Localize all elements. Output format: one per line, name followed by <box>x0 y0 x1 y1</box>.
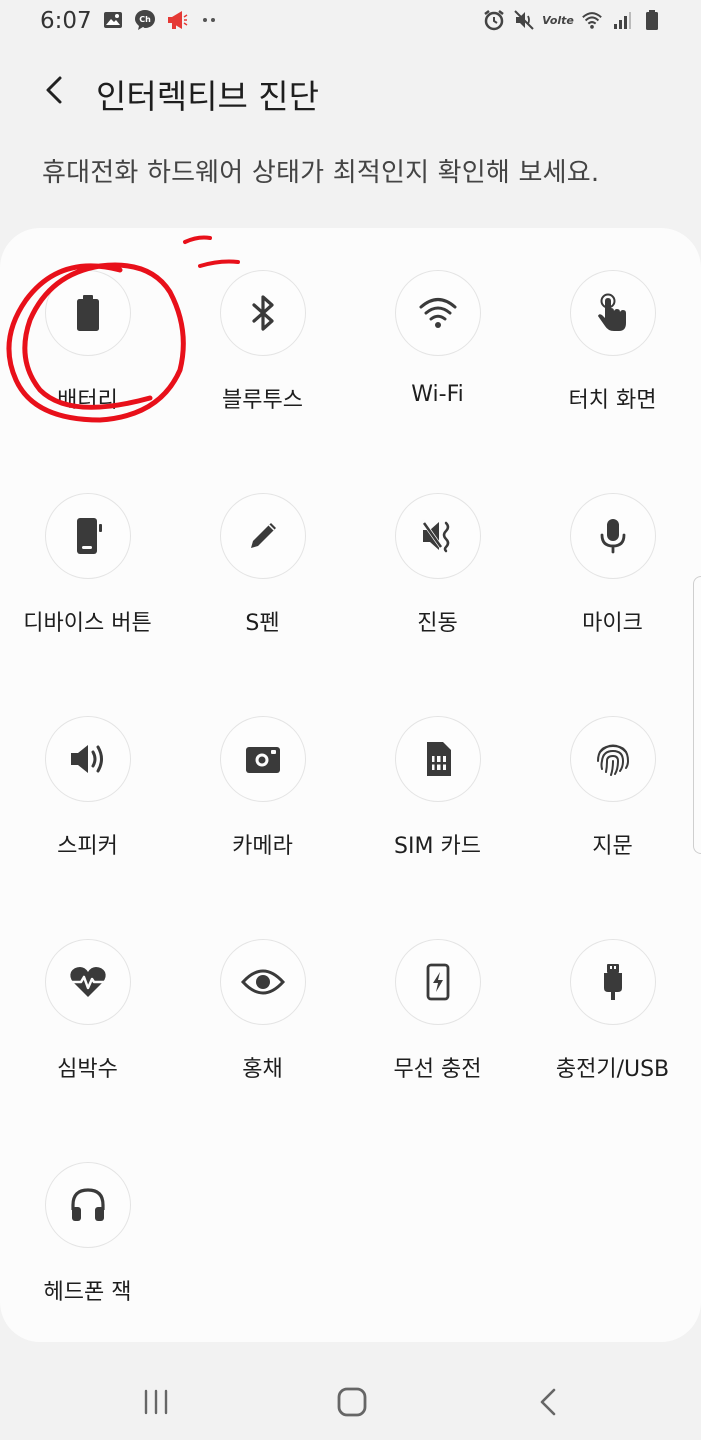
home-button[interactable] <box>322 1378 382 1426</box>
chevron-left-icon <box>46 76 62 104</box>
sim-card-icon <box>394 716 481 802</box>
device-buttons-icon <box>44 493 131 579</box>
test-label: 심박수 <box>57 1057 118 1082</box>
microphone-icon <box>569 493 656 579</box>
test-label: 스피커 <box>57 834 118 859</box>
speaker-icon <box>44 716 131 802</box>
test-label: 진동 <box>417 611 458 636</box>
home-icon <box>337 1387 367 1417</box>
scroll-indicator[interactable] <box>693 576 701 854</box>
wifi-icon <box>394 270 481 356</box>
test-label: 지문 <box>592 834 633 859</box>
headphones-icon <box>44 1162 131 1248</box>
page-title: 인터렉티브 진단 <box>96 77 320 116</box>
alarm-icon <box>483 9 505 31</box>
status-time: 6:07 <box>40 8 92 34</box>
back-icon <box>540 1388 556 1416</box>
signal-icon <box>611 9 633 31</box>
test-label: 헤드폰 잭 <box>43 1280 132 1305</box>
test-camera[interactable]: 카메라 <box>175 716 350 939</box>
eye-icon <box>219 939 306 1025</box>
megaphone-icon <box>166 9 188 31</box>
wireless-charging-icon <box>394 939 481 1025</box>
test-wireless-charging[interactable]: 무선 충전 <box>350 939 525 1162</box>
fingerprint-icon <box>569 716 656 802</box>
usb-icon <box>569 939 656 1025</box>
test-s-pen[interactable]: S펜 <box>175 493 350 716</box>
wifi-icon <box>581 9 603 31</box>
test-heart-rate[interactable]: 심박수 <box>0 939 175 1162</box>
pen-icon <box>219 493 306 579</box>
test-label: 배터리 <box>57 388 118 413</box>
mute-icon <box>513 9 535 31</box>
test-label: 무선 충전 <box>393 1057 482 1082</box>
svg-text:Ch: Ch <box>139 15 151 24</box>
test-charger-usb[interactable]: 충전기/USB <box>525 939 700 1162</box>
notification-icons: Ch <box>102 9 220 31</box>
test-label: 마이크 <box>582 611 643 636</box>
vibration-icon <box>394 493 481 579</box>
test-label: S펜 <box>245 611 280 636</box>
test-touch-screen[interactable]: 터치 화면 <box>525 270 700 493</box>
touch-icon <box>569 270 656 356</box>
battery-icon <box>44 270 131 356</box>
test-label: 카메라 <box>232 834 293 859</box>
test-speaker[interactable]: 스피커 <box>0 716 175 939</box>
test-device-buttons[interactable]: 디바이스 버튼 <box>0 493 175 716</box>
image-icon <box>102 9 124 31</box>
recents-icon <box>144 1389 168 1415</box>
test-label: 디바이스 버튼 <box>23 611 152 636</box>
bluetooth-icon <box>219 270 306 356</box>
test-label: 충전기/USB <box>555 1057 670 1082</box>
header: 인터렉티브 진단 <box>0 62 701 122</box>
more-dots-icon <box>198 9 220 31</box>
chat-icon: Ch <box>134 9 156 31</box>
volte-icon: Volte <box>542 9 574 31</box>
test-label: 블루투스 <box>222 388 303 413</box>
status-bar: 6:07 Ch Volte <box>0 0 701 44</box>
test-label: 터치 화면 <box>568 388 657 413</box>
heart-rate-icon <box>44 939 131 1025</box>
test-vibration[interactable]: 진동 <box>350 493 525 716</box>
page-subtitle: 휴대전화 하드웨어 상태가 최적인지 확인해 보세요. <box>42 158 600 188</box>
test-fingerprint[interactable]: 지문 <box>525 716 700 939</box>
diagnostics-card: 배터리 블루투스 Wi-Fi 터치 화면 디바이스 버튼 S펜 진동 마이크 스… <box>0 228 701 1342</box>
system-icons: Volte <box>483 9 663 31</box>
test-label: Wi-Fi <box>411 382 464 407</box>
test-headphone-jack[interactable]: 헤드폰 잭 <box>0 1162 175 1385</box>
test-bluetooth[interactable]: 블루투스 <box>175 270 350 493</box>
camera-icon <box>219 716 306 802</box>
test-label: SIM 카드 <box>394 834 481 859</box>
battery-icon <box>641 9 663 31</box>
nav-back-button[interactable] <box>518 1378 578 1426</box>
test-wifi[interactable]: Wi-Fi <box>350 270 525 493</box>
back-button[interactable] <box>36 70 72 110</box>
test-sim-card[interactable]: SIM 카드 <box>350 716 525 939</box>
volte-label: Volte <box>542 13 574 27</box>
navigation-bar <box>0 1360 701 1440</box>
test-battery[interactable]: 배터리 <box>0 270 175 493</box>
recents-button[interactable] <box>126 1378 186 1426</box>
test-label: 홍채 <box>242 1057 283 1082</box>
test-iris[interactable]: 홍채 <box>175 939 350 1162</box>
test-microphone[interactable]: 마이크 <box>525 493 700 716</box>
test-grid: 배터리 블루투스 Wi-Fi 터치 화면 디바이스 버튼 S펜 진동 마이크 스… <box>0 270 701 1385</box>
